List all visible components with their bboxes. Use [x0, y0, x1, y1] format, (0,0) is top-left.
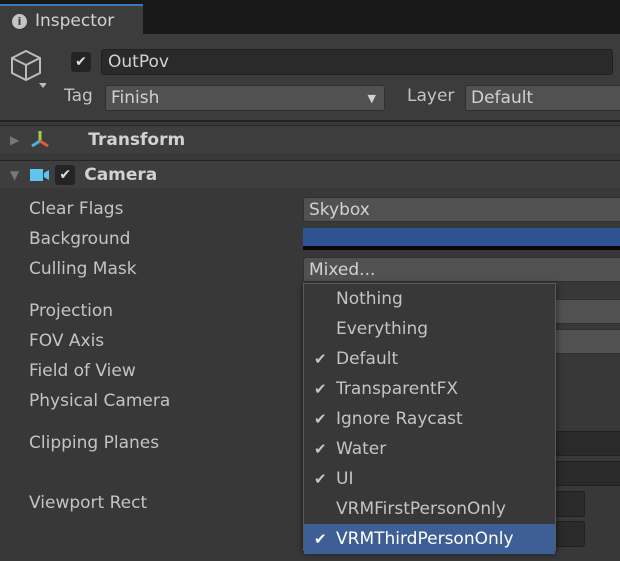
tag-value: Finish	[111, 88, 160, 108]
camera-enabled-checkbox[interactable]: ✔	[55, 164, 76, 185]
component-transform[interactable]: ▶ Transform	[0, 125, 620, 153]
option-label: Nothing	[336, 289, 403, 309]
active-checkbox[interactable]: ✔	[71, 52, 91, 72]
gameobject-cube-icon[interactable]	[10, 48, 46, 92]
checkmark-icon: ✔	[314, 470, 327, 488]
name-input[interactable]: OutPov	[101, 49, 613, 75]
clipping-planes-label: Clipping Planes	[29, 433, 160, 453]
chevron-down-icon: ▼	[367, 91, 376, 105]
viewport-rect-label: Viewport Rect	[29, 493, 148, 513]
culling-mask-option[interactable]: ✔ VRMThirdPersonOnly	[304, 524, 555, 554]
culling-mask-label: Culling Mask	[29, 259, 137, 279]
culling-mask-option[interactable]: ✔ Water	[304, 434, 555, 464]
option-label: TransparentFX	[336, 379, 459, 399]
culling-mask-dropdown[interactable]: Mixed...	[303, 257, 620, 282]
culling-mask-option[interactable]: VRMFirstPersonOnly	[304, 494, 555, 524]
tab-inspector[interactable]: i Inspector	[0, 4, 143, 36]
physical-camera-label: Physical Camera	[29, 391, 171, 411]
checkmark-icon: ✔	[314, 380, 327, 398]
tag-dropdown[interactable]: Finish ▼	[105, 85, 385, 111]
expand-arrow-icon: ▶	[10, 132, 20, 147]
component-title: Transform	[88, 129, 186, 150]
background-color-swatch[interactable]	[303, 228, 620, 250]
clear-flags-dropdown[interactable]: Skybox	[303, 197, 620, 222]
checkmark-icon: ✔	[314, 350, 327, 368]
info-icon: i	[12, 13, 27, 29]
culling-mask-option[interactable]: ✔ Default	[304, 344, 555, 374]
projection-label: Projection	[29, 301, 114, 321]
transform-icon	[31, 130, 50, 147]
option-label: Everything	[336, 319, 429, 339]
culling-mask-option[interactable]: ✔ UI	[304, 464, 555, 494]
layer-label: Layer	[407, 86, 455, 106]
checkmark-icon: ✔	[314, 410, 327, 428]
fov-axis-label: FOV Axis	[29, 331, 105, 351]
culling-mask-option[interactable]: ✔ Ignore Raycast	[304, 404, 555, 434]
camera-icon	[30, 168, 50, 181]
culling-mask-option[interactable]: ✔ TransparentFX	[304, 374, 555, 404]
option-label: VRMFirstPersonOnly	[336, 499, 506, 519]
layer-dropdown[interactable]: Default	[465, 85, 620, 111]
culling-mask-popup: Nothing Everything ✔ Default ✔ TransparentFX ✔…	[303, 283, 556, 554]
tag-label: Tag	[64, 86, 93, 106]
background-label: Background	[29, 229, 131, 249]
collapse-arrow-icon: ▼	[10, 167, 20, 182]
checkmark-icon: ✔	[314, 530, 327, 548]
culling-mask-option[interactable]: Nothing	[304, 284, 555, 314]
layer-value: Default	[471, 88, 534, 108]
culling-mask-option[interactable]: Everything	[304, 314, 555, 344]
option-label: UI	[336, 469, 354, 489]
checkmark-icon: ✔	[314, 440, 327, 458]
option-label: Ignore Raycast	[336, 409, 463, 429]
gameobject-header: ✔ OutPov Tag Finish ▼ Layer Default	[0, 34, 620, 122]
tab-title: Inspector	[35, 11, 115, 31]
option-label: Default	[336, 349, 399, 369]
option-label: VRMThirdPersonOnly	[336, 529, 514, 549]
component-title: Camera	[84, 164, 158, 185]
component-camera[interactable]: ▼ ✔ Camera	[0, 160, 620, 188]
clear-flags-label: Clear Flags	[29, 199, 124, 219]
fov-label: Field of View	[29, 361, 136, 381]
option-label: Water	[336, 439, 387, 459]
